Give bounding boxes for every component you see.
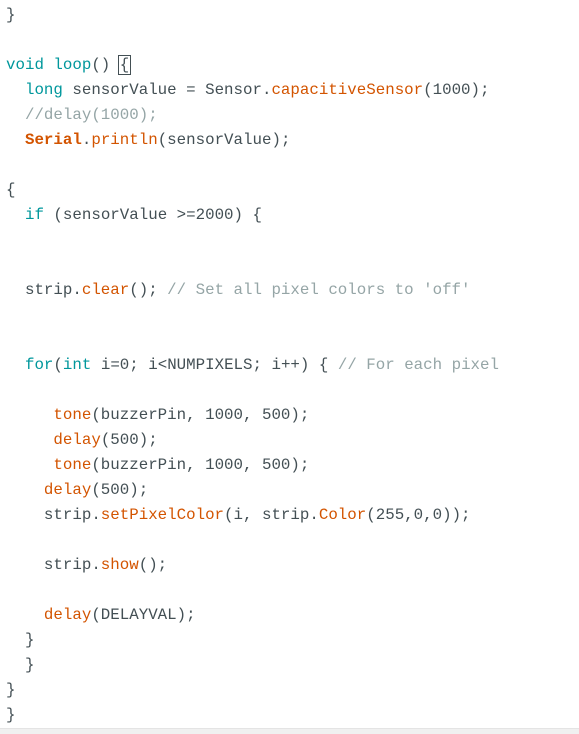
code-token: (); bbox=[138, 556, 168, 574]
code-token: setPixelColor bbox=[100, 506, 225, 524]
code-token: // For each pixel bbox=[337, 356, 499, 374]
code-line: //delay(1000); bbox=[6, 103, 158, 128]
code-line: void loop() { bbox=[6, 53, 132, 78]
code-line: strip.show(); bbox=[6, 553, 167, 578]
code-token: strip. bbox=[6, 506, 101, 524]
code-token: strip. bbox=[6, 281, 82, 299]
code-token: (500); bbox=[91, 481, 149, 499]
code-token: clear bbox=[81, 281, 130, 299]
code-token: void bbox=[6, 56, 44, 74]
code-token: loop bbox=[53, 56, 92, 74]
code-token: } bbox=[6, 6, 16, 24]
code-line: long sensorValue = Sensor.capacitiveSens… bbox=[6, 78, 490, 103]
code-token: (500); bbox=[100, 431, 158, 449]
code-token: (1000); bbox=[423, 81, 490, 99]
code-token: (255,0,0)); bbox=[366, 506, 471, 524]
code-token: (buzzerPin, 1000, 500); bbox=[91, 456, 310, 474]
code-token: tone bbox=[53, 456, 92, 474]
code-line: } bbox=[6, 703, 15, 728]
code-token: //delay(1000); bbox=[24, 106, 158, 124]
code-token: if bbox=[24, 206, 44, 224]
code-line: delay(DELAYVAL); bbox=[6, 603, 196, 628]
code-line: } bbox=[6, 628, 35, 653]
code-token: () bbox=[91, 56, 120, 74]
code-line: for(int i=0; i<NUMPIXELS; i++) { // For … bbox=[6, 353, 499, 378]
code-token: delay bbox=[43, 606, 92, 624]
code-line: } bbox=[6, 678, 15, 703]
code-line: } bbox=[6, 3, 15, 28]
code-line: strip.clear(); // Set all pixel colors t… bbox=[6, 278, 471, 303]
cursor-bracket: { bbox=[117, 55, 132, 75]
code-line: tone(buzzerPin, 1000, 500); bbox=[6, 403, 309, 428]
code-token: } bbox=[6, 656, 35, 674]
code-token: sensorValue = Sensor. bbox=[62, 81, 272, 99]
code-token: (buzzerPin, 1000, 500); bbox=[91, 406, 310, 424]
code-token: tone bbox=[53, 406, 92, 424]
code-token: i=0; i<NUMPIXELS; i++) { bbox=[91, 356, 338, 374]
code-token: // Set all pixel colors to 'off' bbox=[167, 281, 471, 299]
code-token: (sensorValue); bbox=[157, 131, 291, 149]
code-token: strip. bbox=[6, 556, 101, 574]
code-token: delay bbox=[53, 431, 101, 449]
editor-bottom-border bbox=[0, 728, 579, 734]
code-token: int bbox=[62, 356, 92, 374]
code-token: Serial bbox=[24, 131, 82, 149]
code-line: if (sensorValue >=2000) { bbox=[6, 203, 262, 228]
code-token: Color bbox=[318, 506, 367, 524]
code-token: (DELAYVAL); bbox=[91, 606, 196, 624]
code-token: capacitiveSensor bbox=[271, 81, 424, 99]
code-token: } bbox=[6, 681, 16, 699]
code-token: long bbox=[24, 81, 63, 99]
code-line: { bbox=[6, 178, 15, 203]
code-token: { bbox=[6, 181, 16, 199]
code-line: delay(500); bbox=[6, 428, 158, 453]
code-line: } bbox=[6, 653, 35, 678]
code-token: } bbox=[6, 706, 16, 724]
code-token: delay bbox=[43, 481, 92, 499]
code-line: Serial.println(sensorValue); bbox=[6, 128, 290, 153]
code-line: delay(500); bbox=[6, 478, 148, 503]
code-token: . bbox=[81, 131, 92, 149]
code-token: println bbox=[91, 131, 158, 149]
code-line: tone(buzzerPin, 1000, 500); bbox=[6, 453, 309, 478]
code-editor[interactable]: } void loop() { long sensorValue = Sensor… bbox=[0, 0, 579, 733]
code-token: show bbox=[100, 556, 139, 574]
code-token: ( bbox=[53, 356, 63, 374]
code-token: } bbox=[6, 631, 35, 649]
code-token: (sensorValue >=2000) { bbox=[43, 206, 262, 224]
code-token: (i, strip. bbox=[224, 506, 319, 524]
code-line: strip.setPixelColor(i, strip.Color(255,0… bbox=[6, 503, 471, 528]
code-token: (); bbox=[129, 281, 168, 299]
code-token: for bbox=[24, 356, 54, 374]
